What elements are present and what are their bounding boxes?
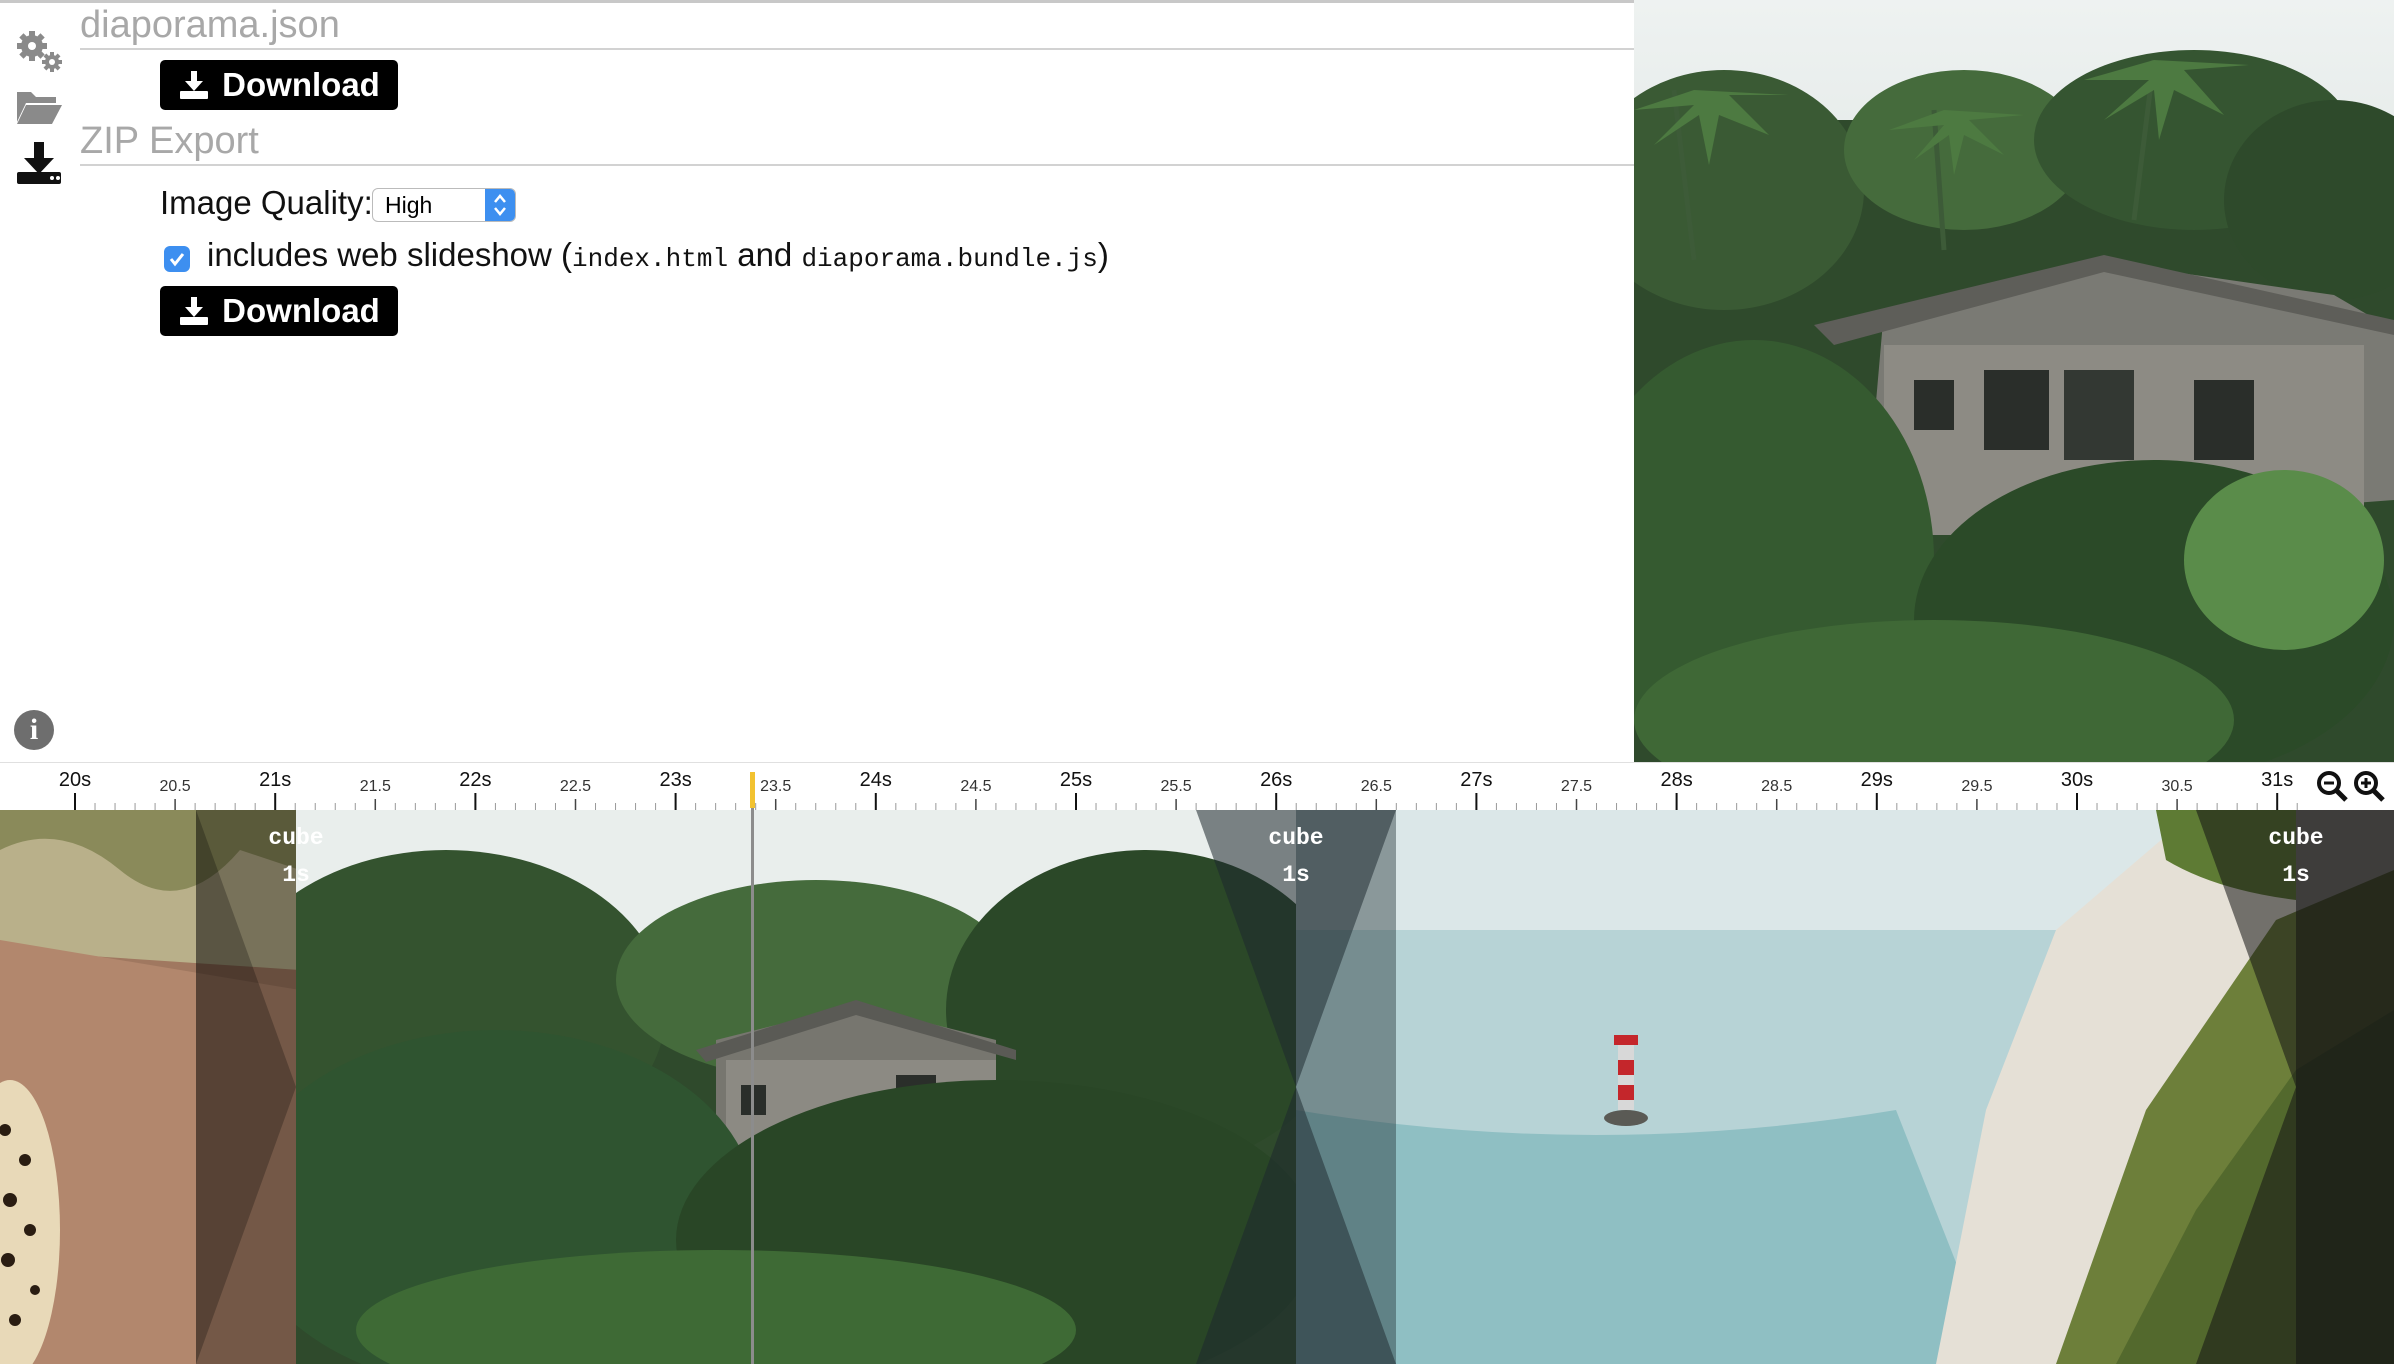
divider (80, 164, 1634, 166)
ruler-minor-label: 30.5 (2161, 778, 2193, 795)
transition-name: cube (2268, 825, 2324, 851)
ruler-minor-label: 24.5 (960, 778, 992, 795)
timeline-ruler[interactable]: 20s 21s 22s 23s 24s 25s 26s 27s 28s 29s 30s 31s 20.5… (0, 762, 2394, 811)
checkmark-icon (169, 253, 185, 267)
ruler-minor-label: 26.5 (1360, 778, 1392, 795)
zip-download-button[interactable]: Download (160, 286, 398, 336)
divider (80, 48, 1634, 50)
slideshow-close: ) (1097, 236, 1109, 273)
transition-cube-1[interactable]: cube 1s (196, 810, 324, 1364)
transition-cube-2[interactable]: cube 1s (1196, 810, 1396, 1364)
select-arrows-icon (485, 189, 515, 221)
ruler-major-label: 31s (2261, 769, 2294, 791)
ruler-major-label: 29s (1860, 769, 1893, 791)
json-download-button[interactable]: Download (160, 60, 398, 110)
ruler-major-label: 26s (1260, 769, 1293, 791)
transition-label: cube 1s (2256, 820, 2336, 894)
clip-jungle-house[interactable] (296, 810, 1296, 1364)
ruler-minor-label: 28.5 (1761, 778, 1793, 795)
info-icon[interactable]: i (14, 710, 54, 750)
web-slideshow-checkbox[interactable] (164, 246, 190, 272)
slideshow-and: and (728, 236, 802, 273)
transition-name: cube (1268, 825, 1324, 851)
download-icon (180, 71, 209, 99)
folder-open-icon[interactable] (14, 82, 64, 132)
image-quality-label: Image Quality: (160, 184, 373, 221)
download-icon (180, 297, 209, 325)
image-quality-value: High (385, 191, 433, 218)
transition-duration: 1s (282, 862, 310, 888)
transition-duration: 1s (1282, 862, 1310, 888)
web-slideshow-label: includes web slideshow (index.html and d… (207, 236, 1109, 274)
transition-label: cube 1s (1256, 820, 1336, 894)
playhead-marker[interactable] (750, 772, 755, 808)
jungle-house-photo (1634, 0, 2394, 762)
ruler-major-label: 21s (259, 769, 292, 791)
zip-download-label: Download (222, 292, 380, 329)
ruler-minor-label: 25.5 (1160, 778, 1192, 795)
slideshow-text: includes web slideshow ( (207, 236, 573, 273)
ruler-minor-label: 27.5 (1560, 778, 1593, 795)
transition-duration: 1s (2282, 862, 2310, 888)
json-section-title: diaporama.json (80, 4, 340, 46)
zoom-in-icon[interactable] (2352, 769, 2386, 803)
ruler-minor-label: 21.5 (359, 778, 391, 795)
ruler-major-label: 28s (1660, 769, 1693, 791)
transition-name: cube (268, 825, 324, 851)
json-download-label: Download (222, 66, 380, 103)
image-quality-select[interactable]: High (372, 188, 516, 222)
slideshow-file-bundle: diaporama.bundle.js (801, 244, 1098, 274)
ruler-minor-label: 22.5 (559, 778, 592, 795)
zoom-out-icon[interactable] (2315, 769, 2349, 803)
slide-preview (1634, 0, 2394, 762)
timeline-track[interactable]: cube 1s cube 1s cube 1s (0, 810, 2394, 1364)
slideshow-file-index: index.html (572, 244, 729, 274)
ruler-minor-label: 29.5 (1961, 778, 1993, 795)
transition-cube-3[interactable]: cube 1s (2196, 810, 2394, 1364)
transition-label: cube 1s (256, 820, 336, 894)
playhead-line[interactable] (751, 772, 754, 1364)
jungle-house-photo (296, 810, 1296, 1364)
ruler-minor-label: 20.5 (159, 778, 191, 795)
ruler-major-label: 23s (659, 769, 692, 791)
ruler-major-label: 24s (859, 769, 892, 791)
ruler-major-label: 27s (1460, 769, 1493, 791)
ruler-major-label: 30s (2060, 769, 2094, 791)
ruler-major-label: 22s (459, 769, 492, 791)
download-icon[interactable] (14, 138, 64, 188)
zip-section-title: ZIP Export (80, 120, 259, 162)
ruler-major-label: 25s (1059, 769, 1093, 791)
ruler-minor-label: 23.5 (760, 778, 792, 795)
ruler-major-label: 20s (58, 769, 92, 791)
gears-icon[interactable] (14, 24, 64, 74)
